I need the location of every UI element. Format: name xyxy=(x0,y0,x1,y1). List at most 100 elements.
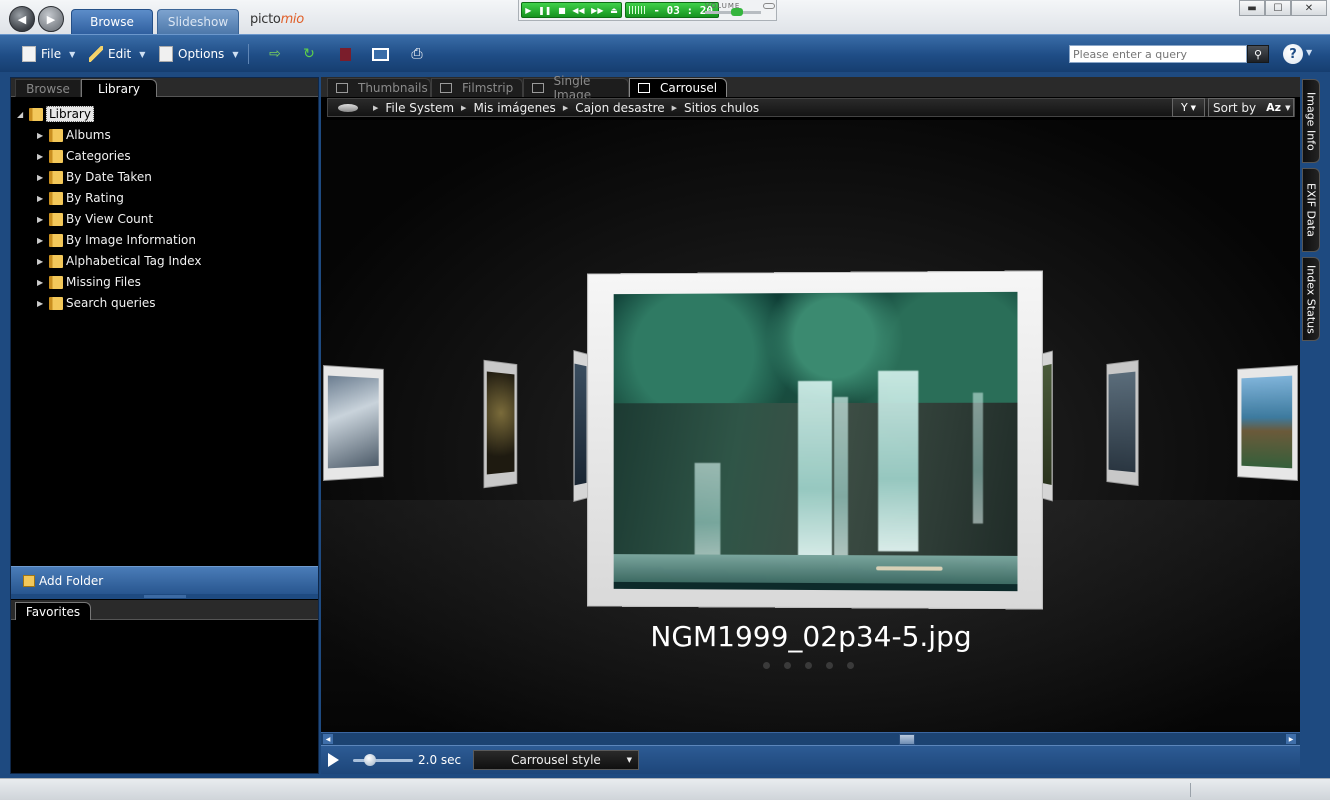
scroll-right-icon[interactable]: ▶ xyxy=(1286,734,1296,744)
play-slideshow-button[interactable] xyxy=(328,753,339,767)
slide-interval-knob[interactable] xyxy=(364,754,376,766)
carrousel-thumbnail[interactable] xyxy=(1237,364,1298,482)
eject-icon[interactable]: ⏏ xyxy=(610,6,618,15)
folder-icon xyxy=(49,191,63,205)
expand-icon[interactable]: ▶ xyxy=(37,194,47,203)
left-panel: Browse Library ◢ Library ▶ Albums ▶ Cate… xyxy=(10,77,319,774)
expand-icon[interactable]: ▶ xyxy=(37,299,47,308)
tree-item-by-date-taken[interactable]: ▶ By Date Taken xyxy=(37,167,152,187)
window-close-button[interactable]: ✕ xyxy=(1291,0,1327,16)
scrollbar-thumb[interactable] xyxy=(899,734,915,745)
tab-thumbnails[interactable]: Thumbnails xyxy=(327,78,431,97)
carrousel-thumbnail[interactable] xyxy=(573,349,589,503)
tree-item-missing-files[interactable]: ▶ Missing Files xyxy=(37,272,141,292)
add-folder-button[interactable]: Add Folder xyxy=(11,566,318,594)
volume-slider-knob[interactable] xyxy=(731,8,743,16)
expand-icon[interactable]: ▶ xyxy=(37,215,47,224)
forward-button[interactable]: ▶ xyxy=(38,6,64,32)
print-button[interactable]: ⎙ xyxy=(405,44,429,64)
tree-item-by-view-count[interactable]: ▶ By View Count xyxy=(37,209,153,229)
import-button[interactable]: ⇨ xyxy=(263,44,287,64)
help-chevron-down-icon[interactable]: ▼ xyxy=(1306,48,1312,57)
tab-favorites[interactable]: Favorites xyxy=(15,602,91,620)
photo-boat xyxy=(876,566,943,571)
carrousel-stage: NGM1999_02p34-5.jpg xyxy=(321,120,1300,732)
photo-waterfall xyxy=(878,370,919,552)
tab-left-library[interactable]: Library xyxy=(81,79,157,97)
tree-item-by-rating[interactable]: ▶ By Rating xyxy=(37,188,124,208)
filter-button[interactable]: Y ▼ xyxy=(1172,98,1205,117)
breadcrumb-item[interactable]: Mis imágenes xyxy=(473,101,555,115)
tab-filmstrip[interactable]: Filmstrip xyxy=(431,78,523,97)
fast-forward-icon[interactable]: ▶▶ xyxy=(591,6,603,15)
tab-left-browse[interactable]: Browse xyxy=(15,79,81,97)
breadcrumb-item[interactable]: Cajon desastre xyxy=(575,101,664,115)
position-dot[interactable] xyxy=(847,662,854,669)
breadcrumb-item[interactable]: File System xyxy=(385,101,454,115)
logo-accent-text: mio xyxy=(280,12,305,27)
add-folder-icon xyxy=(23,574,35,587)
tree-item-label: Missing Files xyxy=(66,275,141,289)
drive-icon[interactable] xyxy=(338,103,358,112)
position-dot[interactable] xyxy=(784,662,791,669)
tree-item-albums[interactable]: ▶ Albums xyxy=(37,125,111,145)
position-dot[interactable] xyxy=(763,662,770,669)
expand-icon[interactable]: ▶ xyxy=(37,236,47,245)
file-menu[interactable]: File ▼ xyxy=(22,45,75,63)
expand-icon[interactable]: ▶ xyxy=(37,278,47,287)
carrousel-style-select[interactable]: Carrousel style ▼ xyxy=(473,750,639,770)
sort-by-dropdown[interactable]: Sort by Az ▼ xyxy=(1208,98,1294,117)
expand-icon[interactable]: ▶ xyxy=(37,152,47,161)
play-icon[interactable]: ▶ xyxy=(525,6,531,15)
carrousel-current-image[interactable] xyxy=(587,270,1043,610)
back-button[interactable]: ◀ xyxy=(9,6,35,32)
fullscreen-button[interactable] xyxy=(368,44,392,64)
stop-icon[interactable]: ■ xyxy=(558,6,566,15)
expand-icon[interactable]: ▶ xyxy=(37,257,47,266)
tab-carrousel[interactable]: Carrousel xyxy=(629,78,727,97)
help-button[interactable]: ? xyxy=(1283,44,1303,64)
splitter-grip[interactable] xyxy=(144,595,186,598)
carrousel-thumbnail[interactable] xyxy=(483,359,518,489)
tab-image-info[interactable]: Image Info xyxy=(1302,79,1320,163)
options-menu[interactable]: Options ▼ xyxy=(159,45,238,63)
options-icon xyxy=(159,46,173,62)
tab-single-image[interactable]: Single Image xyxy=(523,74,629,102)
collapse-icon[interactable]: ◢ xyxy=(17,110,27,119)
carrousel-thumbnail[interactable] xyxy=(1041,350,1053,502)
horizontal-scrollbar[interactable]: ◀ ▶ xyxy=(321,732,1300,745)
scroll-left-icon[interactable]: ◀ xyxy=(323,734,333,744)
tab-slideshow[interactable]: Slideshow xyxy=(157,9,239,34)
carrousel-thumbnail[interactable] xyxy=(1106,359,1139,487)
edit-menu[interactable]: Edit ▼ xyxy=(89,45,145,63)
expand-icon[interactable]: ▶ xyxy=(37,173,47,182)
window-minimize-button[interactable]: ▬ xyxy=(1239,0,1265,16)
player-minimize-button[interactable] xyxy=(763,3,775,9)
tab-exif-data[interactable]: EXIF Data xyxy=(1302,168,1320,252)
carrousel-thumbnail[interactable] xyxy=(323,364,384,482)
breadcrumb-item[interactable]: Sitios chulos xyxy=(684,101,759,115)
search-input[interactable] xyxy=(1069,45,1247,63)
panel-splitter[interactable] xyxy=(11,594,318,599)
search-button[interactable]: ⚲ xyxy=(1247,45,1269,63)
slide-interval-slider[interactable] xyxy=(353,759,413,762)
window-maximize-button[interactable]: ☐ xyxy=(1265,0,1291,16)
tree-root-library[interactable]: ◢ Library xyxy=(17,104,94,124)
tree-item-search-queries[interactable]: ▶ Search queries xyxy=(37,293,156,313)
tree-item-by-image-information[interactable]: ▶ By Image Information xyxy=(37,230,196,250)
tab-index-status[interactable]: Index Status xyxy=(1302,257,1320,341)
tab-browse[interactable]: Browse xyxy=(71,9,153,34)
folder-icon xyxy=(49,233,63,247)
position-dot[interactable] xyxy=(805,662,812,669)
tree-item-alphabetical-tag-index[interactable]: ▶ Alphabetical Tag Index xyxy=(37,251,201,271)
tree-item-categories[interactable]: ▶ Categories xyxy=(37,146,131,166)
rewind-icon[interactable]: ◀◀ xyxy=(572,6,584,15)
tree-item-label: Albums xyxy=(66,128,111,142)
tab-label: Filmstrip xyxy=(462,81,514,95)
refresh-button[interactable]: ↻ xyxy=(297,44,321,64)
photo-waterfall xyxy=(798,380,833,562)
pause-icon[interactable]: ❚❚ xyxy=(538,6,551,15)
stop-button[interactable] xyxy=(333,44,357,64)
expand-icon[interactable]: ▶ xyxy=(37,131,47,140)
position-dot[interactable] xyxy=(826,662,833,669)
